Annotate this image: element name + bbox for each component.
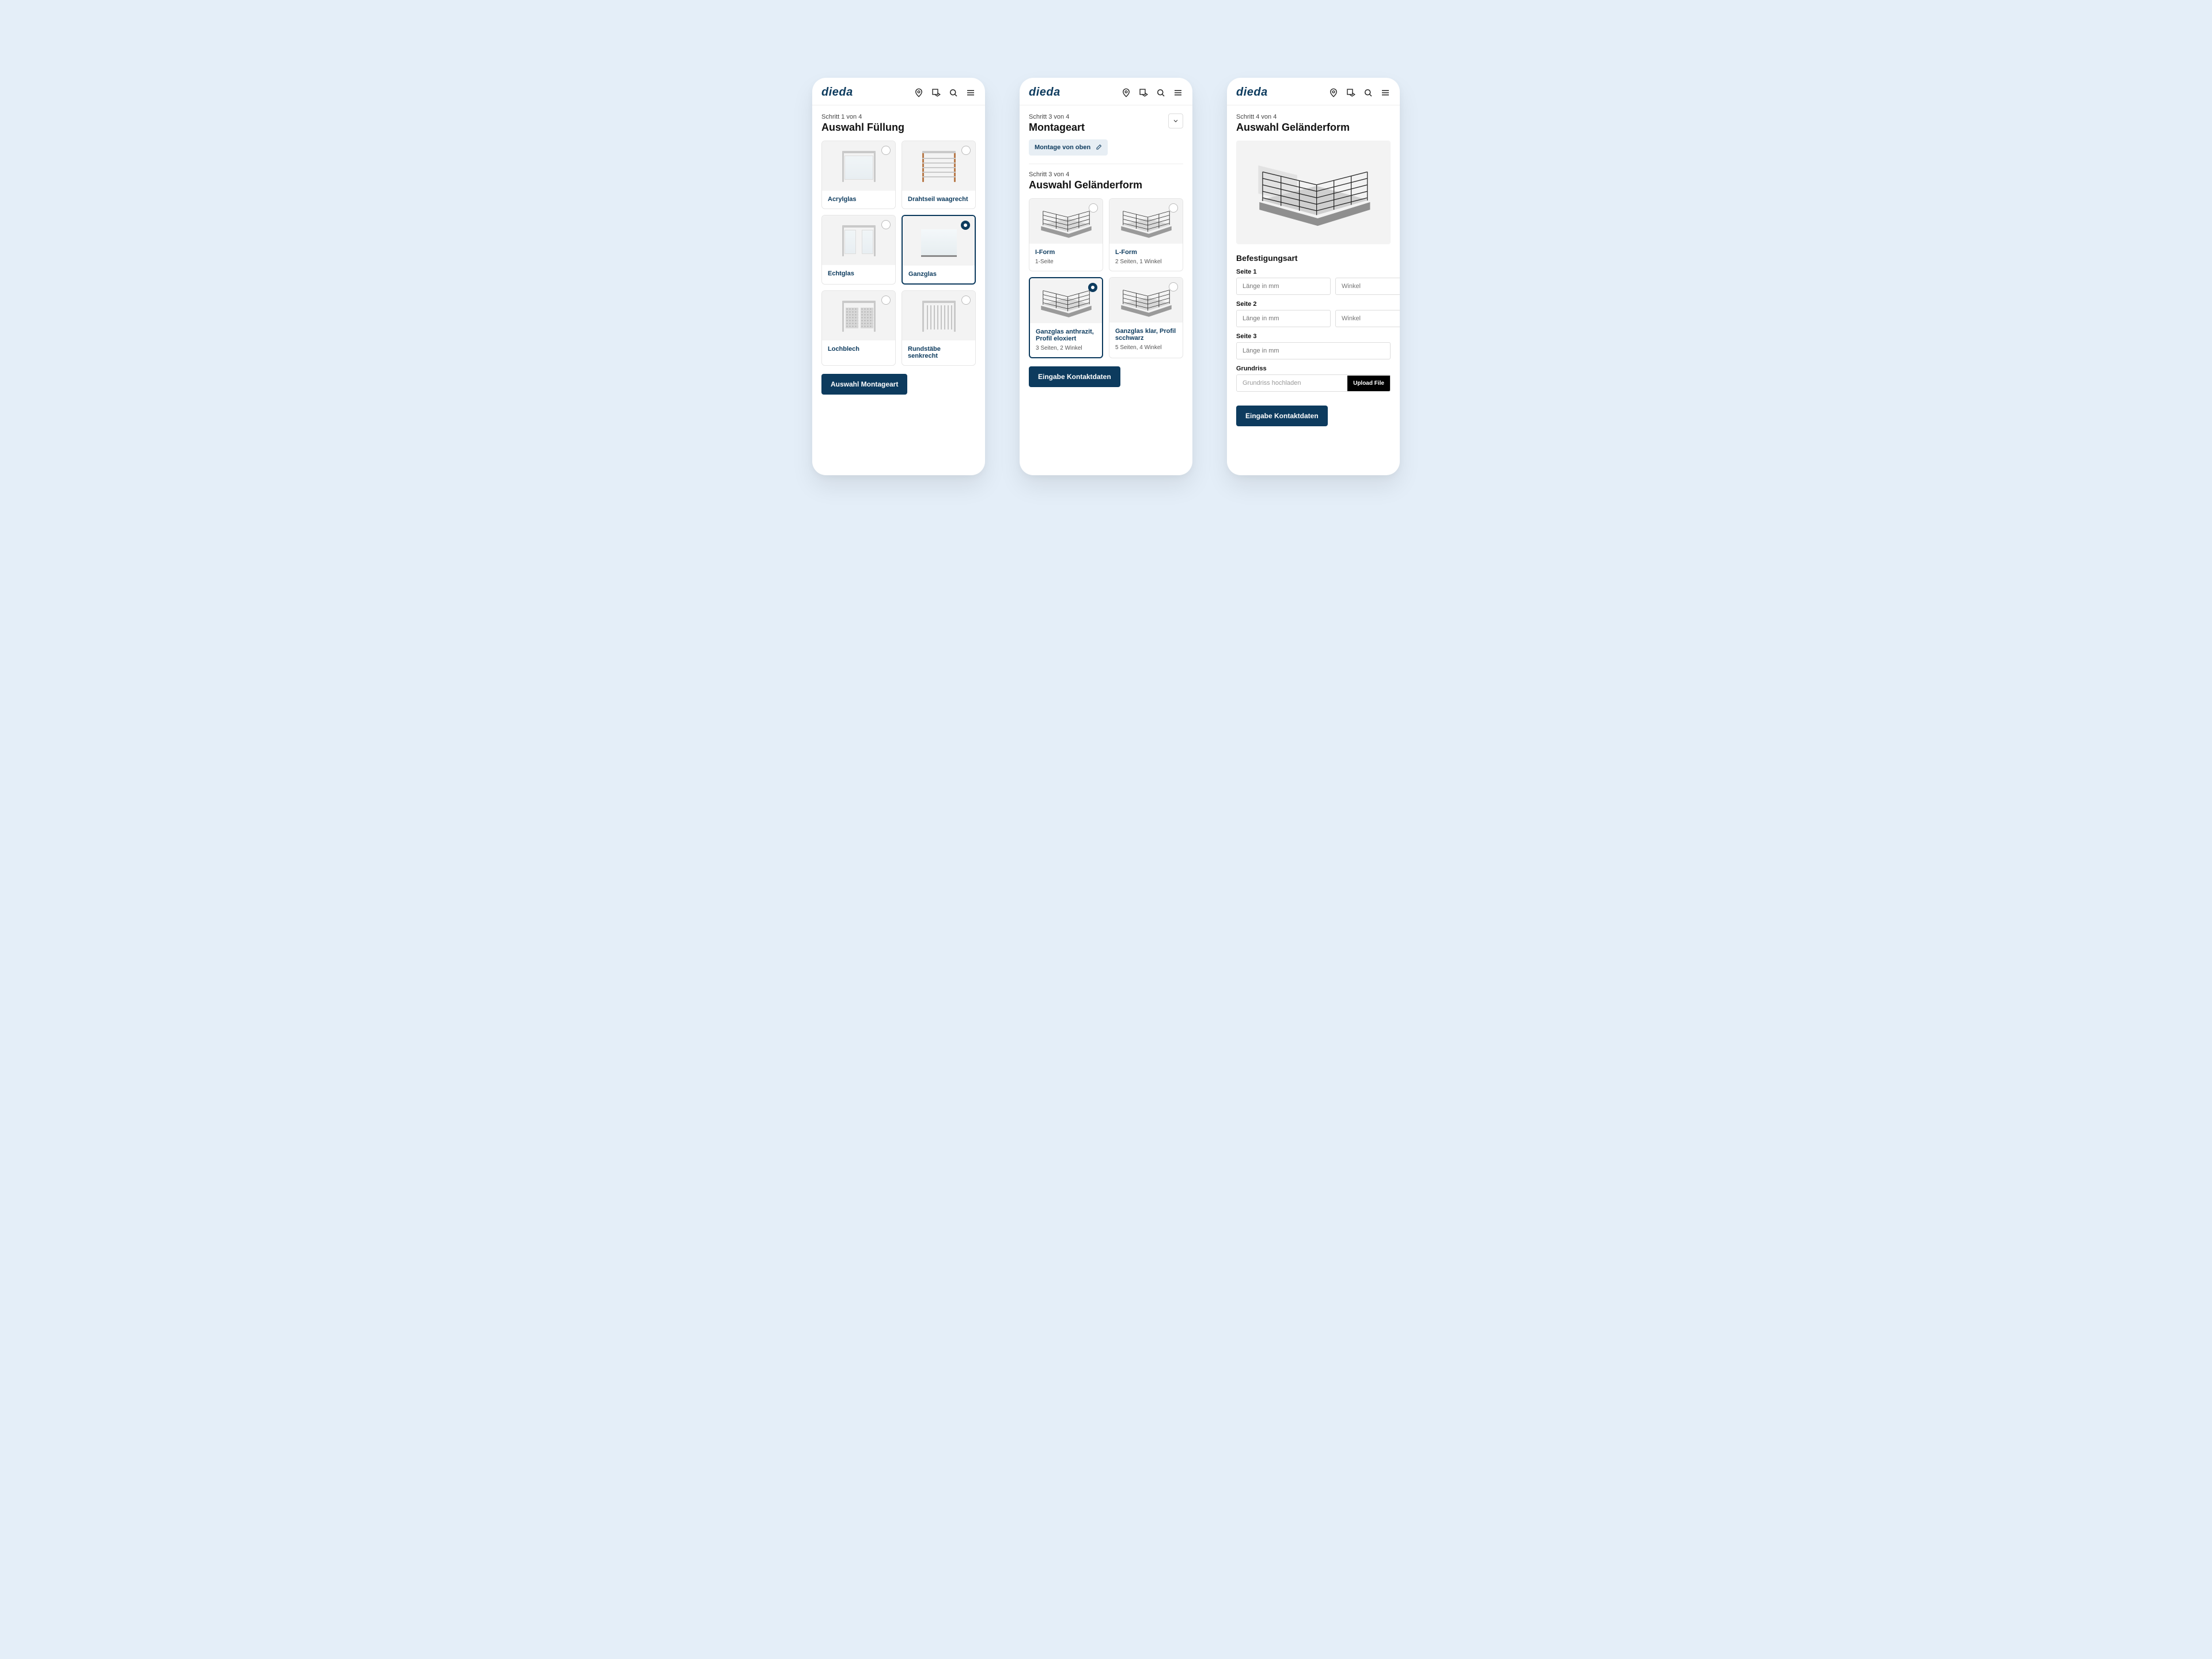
radio-unchecked — [881, 146, 891, 155]
page-title: Auswahl Füllung — [821, 122, 976, 134]
option-acrylglas[interactable]: Acrylglas — [821, 141, 896, 209]
brand-logo: dieda — [1236, 86, 1268, 99]
option-sub: 5 Seiten, 4 Winkel — [1109, 344, 1183, 357]
side-1: Seite 1 — [1236, 268, 1391, 295]
shape-preview — [1115, 201, 1178, 241]
option-i-form[interactable]: I-Form 1-Seite — [1029, 198, 1103, 271]
option-label: Echtglas — [822, 265, 895, 283]
upload-placeholder: Grundriss hochladen — [1237, 375, 1347, 391]
next-button[interactable]: Eingabe Kontaktdaten — [1236, 406, 1328, 426]
shape-preview — [1115, 280, 1178, 320]
upload-button[interactable]: Upload File — [1347, 376, 1390, 391]
option-label: Ganzglas klar, Profil scchwarz — [1109, 323, 1183, 347]
step-indicator: Schritt 4 von 4 — [1236, 113, 1391, 120]
option-l-form[interactable]: L-Form 2 Seiten, 1 Winkel — [1109, 198, 1183, 271]
option-label: Ganzglas — [903, 266, 975, 283]
next-button[interactable]: Eingabe Kontaktdaten — [1029, 366, 1120, 387]
section-title: Befestigungsart — [1236, 253, 1391, 263]
length-input[interactable] — [1236, 342, 1391, 359]
radio-unchecked — [961, 296, 971, 305]
option-ganzglas[interactable]: Ganzglas — [902, 215, 976, 285]
side-2: Seite 2 — [1236, 301, 1391, 327]
field-label: Grundriss — [1236, 365, 1391, 372]
shape-preview-large — [1236, 141, 1391, 244]
step-indicator: Schritt 3 von 4 — [1029, 171, 1183, 178]
edit-icon — [1095, 144, 1102, 151]
topbar-actions — [1328, 88, 1391, 98]
radio-checked — [1088, 283, 1097, 292]
section-title: Auswahl Geländerform — [1029, 179, 1183, 191]
screen-step-4: dieda Schritt 4 von 4 Auswahl Geländerfo… — [1227, 78, 1400, 475]
menu-icon[interactable] — [965, 88, 976, 98]
topbar-actions — [1121, 88, 1183, 98]
length-input[interactable] — [1236, 310, 1331, 327]
radio-unchecked — [1169, 282, 1178, 291]
shape-preview — [1035, 201, 1098, 241]
screen-step-1: dieda Schritt 1 von 4 Auswahl Füllung — [812, 78, 985, 475]
option-label: Lochblech — [822, 340, 895, 358]
screen-step-3: dieda Schritt 3 von 4 Montageart — [1020, 78, 1192, 475]
search-icon[interactable] — [1156, 88, 1166, 98]
menu-icon[interactable] — [1380, 88, 1391, 98]
step-indicator: Schritt 1 von 4 — [821, 113, 976, 120]
length-input[interactable] — [1236, 278, 1331, 295]
location-icon[interactable] — [1328, 88, 1339, 98]
topbar: dieda — [1227, 78, 1400, 105]
option-label: Acrylglas — [822, 191, 895, 209]
topbar-actions — [914, 88, 976, 98]
collapse-toggle[interactable] — [1168, 113, 1183, 128]
radio-unchecked — [1169, 203, 1178, 213]
option-label: Rundstäbe senkrecht — [902, 340, 975, 365]
brand-logo: dieda — [1029, 86, 1060, 99]
radio-unchecked — [881, 296, 891, 305]
menu-icon[interactable] — [1173, 88, 1183, 98]
option-sub: 1-Seite — [1029, 259, 1103, 271]
topbar: dieda — [1020, 78, 1192, 105]
angle-input[interactable] — [1335, 310, 1400, 327]
field-label: Seite 3 — [1236, 333, 1391, 340]
radio-checked — [961, 221, 970, 230]
location-icon[interactable] — [914, 88, 924, 98]
configurator-icon[interactable] — [1346, 88, 1356, 98]
page-title: Auswahl Geländerform — [1236, 122, 1391, 134]
side-3: Seite 3 — [1236, 333, 1391, 359]
option-sub: 2 Seiten, 1 Winkel — [1109, 259, 1183, 271]
option-ganzglas-anthrazit[interactable]: Ganzglas anthrazit, Profil eloxiert 3 Se… — [1029, 277, 1103, 358]
grundriss-upload: Grundriss Grundriss hochladen Upload Fil… — [1236, 365, 1391, 392]
search-icon[interactable] — [948, 88, 959, 98]
section-title: Montageart — [1029, 122, 1085, 134]
option-sub: 3 Seiten, 2 Winkel — [1030, 345, 1102, 357]
radio-unchecked — [1089, 203, 1098, 213]
option-label: Drahtseil waagrecht — [902, 191, 975, 209]
option-ganzglas-klar[interactable]: Ganzglas klar, Profil scchwarz 5 Seiten,… — [1109, 277, 1183, 358]
angle-input[interactable] — [1335, 278, 1400, 295]
option-drahtseil[interactable]: Drahtseil waagrecht — [902, 141, 976, 209]
brand-logo: dieda — [821, 86, 853, 99]
step-indicator: Schritt 3 von 4 — [1029, 113, 1085, 120]
radio-unchecked — [961, 146, 971, 155]
option-rundstaebe[interactable]: Rundstäbe senkrecht — [902, 290, 976, 366]
search-icon[interactable] — [1363, 88, 1373, 98]
configurator-icon[interactable] — [931, 88, 941, 98]
option-lochblech[interactable]: Lochblech — [821, 290, 896, 366]
selection-chip[interactable]: Montage von oben — [1029, 139, 1108, 156]
chip-label: Montage von oben — [1035, 144, 1090, 151]
option-label: Ganzglas anthrazit, Profil eloxiert — [1030, 323, 1102, 348]
radio-unchecked — [881, 220, 891, 229]
location-icon[interactable] — [1121, 88, 1131, 98]
field-label: Seite 2 — [1236, 301, 1391, 308]
configurator-icon[interactable] — [1138, 88, 1149, 98]
next-button[interactable]: Auswahl Montageart — [821, 374, 907, 395]
topbar: dieda — [812, 78, 985, 105]
field-label: Seite 1 — [1236, 268, 1391, 275]
option-echtglas[interactable]: Echtglas — [821, 215, 896, 285]
